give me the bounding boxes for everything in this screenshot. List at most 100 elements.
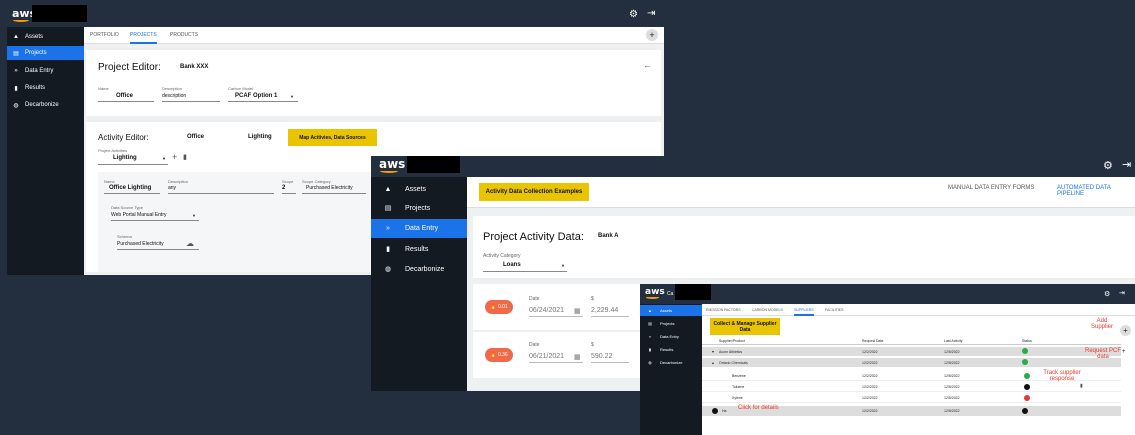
logout-icon[interactable]: ⇥	[1119, 289, 1125, 297]
tab-portfolio[interactable]: PORTFOLIO	[90, 32, 119, 38]
nav-results[interactable]: ▮ Results	[371, 240, 467, 258]
dropdown-icon[interactable]: ▼	[290, 94, 294, 99]
amount-underline	[591, 316, 629, 317]
name-value[interactable]: Office	[116, 93, 133, 99]
request-plus-icon[interactable]: +	[1122, 349, 1126, 355]
assets-icon: ▲	[384, 185, 392, 193]
trash-icon[interactable]: ▮	[1080, 383, 1083, 389]
logout-icon[interactable]: ⇥	[1122, 158, 1131, 171]
supplier-callout: Collect & Manage Supplier Data	[710, 318, 780, 335]
tab-facilities[interactable]: FACILITIES	[825, 308, 843, 312]
scope-category-value[interactable]: Purchased Electricity	[306, 185, 353, 191]
trash-icon[interactable]: ▮	[183, 153, 187, 161]
redacted-box	[32, 5, 87, 22]
project-editor-card: Project Editor: Bank XXX ← Name Office D…	[86, 50, 661, 116]
sidebar: ▲ Assets ▤ Projects » Data Entry ▮ Results ◍…	[640, 304, 702, 435]
bar-chart-icon: ▮	[386, 246, 390, 253]
table-row[interactable]: Xylene 12/2/2022 12/5/2022	[702, 393, 1121, 403]
back-arrow-icon[interactable]: ←	[643, 60, 652, 70]
scope-value[interactable]: 2	[282, 185, 285, 191]
add-supplier-annotation: Add Supplier	[1090, 318, 1113, 330]
aws-smile-icon	[646, 296, 659, 299]
project-activities-value[interactable]: Lighting	[113, 155, 137, 161]
nav-data-entry[interactable]: » Data Entry	[7, 64, 84, 78]
aws-smile-icon	[380, 169, 398, 173]
amount-label: $	[591, 296, 594, 302]
status-pending-icon	[1024, 384, 1030, 390]
tab-emission-factors[interactable]: EMISSION FACTORS	[706, 308, 741, 312]
redacted-box	[407, 156, 460, 173]
tab-carbon-models[interactable]: CARBON MODELS	[752, 308, 783, 312]
tab-projects[interactable]: PROJECTS	[130, 32, 157, 44]
date-value[interactable]: 06/21/2021	[529, 353, 564, 360]
nav-assets[interactable]: ▲ Assets	[7, 30, 84, 44]
nav-projects[interactable]: ▤ Projects	[640, 318, 702, 329]
date-label: Date	[529, 296, 540, 302]
logout-icon[interactable]: ⇥	[647, 8, 655, 19]
dropdown-icon[interactable]: ▼	[162, 156, 166, 161]
description-underline	[162, 101, 220, 102]
add-icon[interactable]: +	[646, 29, 658, 41]
activity-desc-value[interactable]: any	[168, 185, 176, 191]
nav-projects[interactable]: ▤ Projects	[371, 199, 467, 217]
nav-decarbonize[interactable]: ◍ Decarbonize	[371, 260, 467, 278]
nav-data-entry[interactable]: » Data Entry	[371, 219, 467, 238]
activity-name-underline	[104, 193, 160, 194]
scope-underline	[282, 193, 296, 194]
nav-data-entry[interactable]: » Data Entry	[640, 331, 702, 342]
activity-category-value[interactable]: Loans	[503, 262, 521, 268]
projects-icon: ▤	[13, 50, 19, 57]
status-ok-icon	[1024, 373, 1030, 379]
gear-icon[interactable]: ⚙	[1103, 159, 1113, 172]
amount-value[interactable]: 590.22	[591, 353, 612, 360]
activity-name-value[interactable]: Office Lighting	[109, 185, 151, 191]
window-title: Ca	[667, 291, 674, 297]
date-value[interactable]: 06/24/2021	[529, 307, 564, 314]
tab-bar: PORTFOLIO PROJECTS PRODUCTS +	[84, 27, 664, 44]
nav-results[interactable]: ▮ Results	[7, 81, 84, 95]
carbon-model-value[interactable]: PCAF Option 1	[235, 93, 277, 99]
data-source-type-value[interactable]: Web Portal Manual Entry	[111, 212, 167, 218]
chevrons-icon: »	[648, 334, 652, 339]
calendar-icon[interactable]: ▦	[574, 353, 581, 361]
tab-manual-data-entry[interactable]: MANUAL DATA ENTRY FORMS	[948, 185, 1034, 191]
expand-icon[interactable]: ▾	[712, 349, 714, 354]
activity-desc-underline	[168, 193, 274, 194]
date-label: Date	[529, 342, 540, 348]
nav-assets[interactable]: ▲ Assets	[371, 180, 467, 198]
nav-assets[interactable]: ▲ Assets	[640, 305, 702, 316]
top-bar: aws ⚙ ⇥	[7, 5, 664, 27]
data-source-type-label: Data Source Type	[111, 205, 143, 210]
table-row[interactable]: Toluene 12/2/2022 12/5/2022 ▮	[702, 382, 1121, 392]
amount-value[interactable]: 2,229.44	[591, 307, 618, 314]
nav-decarbonize[interactable]: ◍ Decarbonize	[640, 357, 702, 368]
date-underline	[529, 362, 583, 363]
tab-products[interactable]: PRODUCTS	[170, 32, 198, 38]
bar-chart-icon: ▮	[648, 347, 652, 352]
expand-icon[interactable]: ▴	[712, 360, 714, 365]
calendar-icon[interactable]: ▦	[574, 307, 581, 315]
dropdown-icon[interactable]: ▼	[561, 263, 565, 268]
description-value[interactable]: description	[162, 93, 186, 99]
nav-projects[interactable]: ▤ Projects	[7, 46, 84, 60]
nav-results[interactable]: ▮ Results	[640, 344, 702, 355]
add-supplier-icon[interactable]: +	[1120, 325, 1131, 336]
tab-suppliers[interactable]: SUPPLIERS	[794, 308, 814, 316]
gear-icon[interactable]: ⚙	[629, 9, 638, 20]
table-row[interactable]: ▾ Acorn Athletics 12/2/2022 12/5/2022	[702, 347, 1121, 356]
category-underline	[483, 271, 567, 272]
sidebar: ▲ Assets ▤ Projects » Data Entry ▮ Results ◍…	[371, 177, 467, 391]
gear-icon[interactable]: ⚙	[1104, 290, 1110, 298]
click-details-annotation: Click for details	[738, 405, 779, 411]
table-row[interactable]: ▴ Ontario Chemicals 12/2/2022 12/5/2022	[702, 358, 1121, 367]
nav-decarbonize[interactable]: ◍ Decarbonize	[7, 98, 84, 112]
dropdown-icon[interactable]: ▼	[192, 213, 196, 218]
amount-label: $	[591, 342, 594, 348]
activity-name-label: Name	[104, 179, 115, 184]
carbon-model-underline	[228, 101, 298, 102]
cloud-upload-icon[interactable]: ☁	[186, 239, 194, 248]
details-icon[interactable]	[712, 408, 718, 414]
schema-value[interactable]: Purchased Electricity	[117, 241, 164, 247]
scope-category-label: Scope Category	[302, 179, 331, 184]
plus-icon[interactable]: +	[172, 152, 177, 162]
